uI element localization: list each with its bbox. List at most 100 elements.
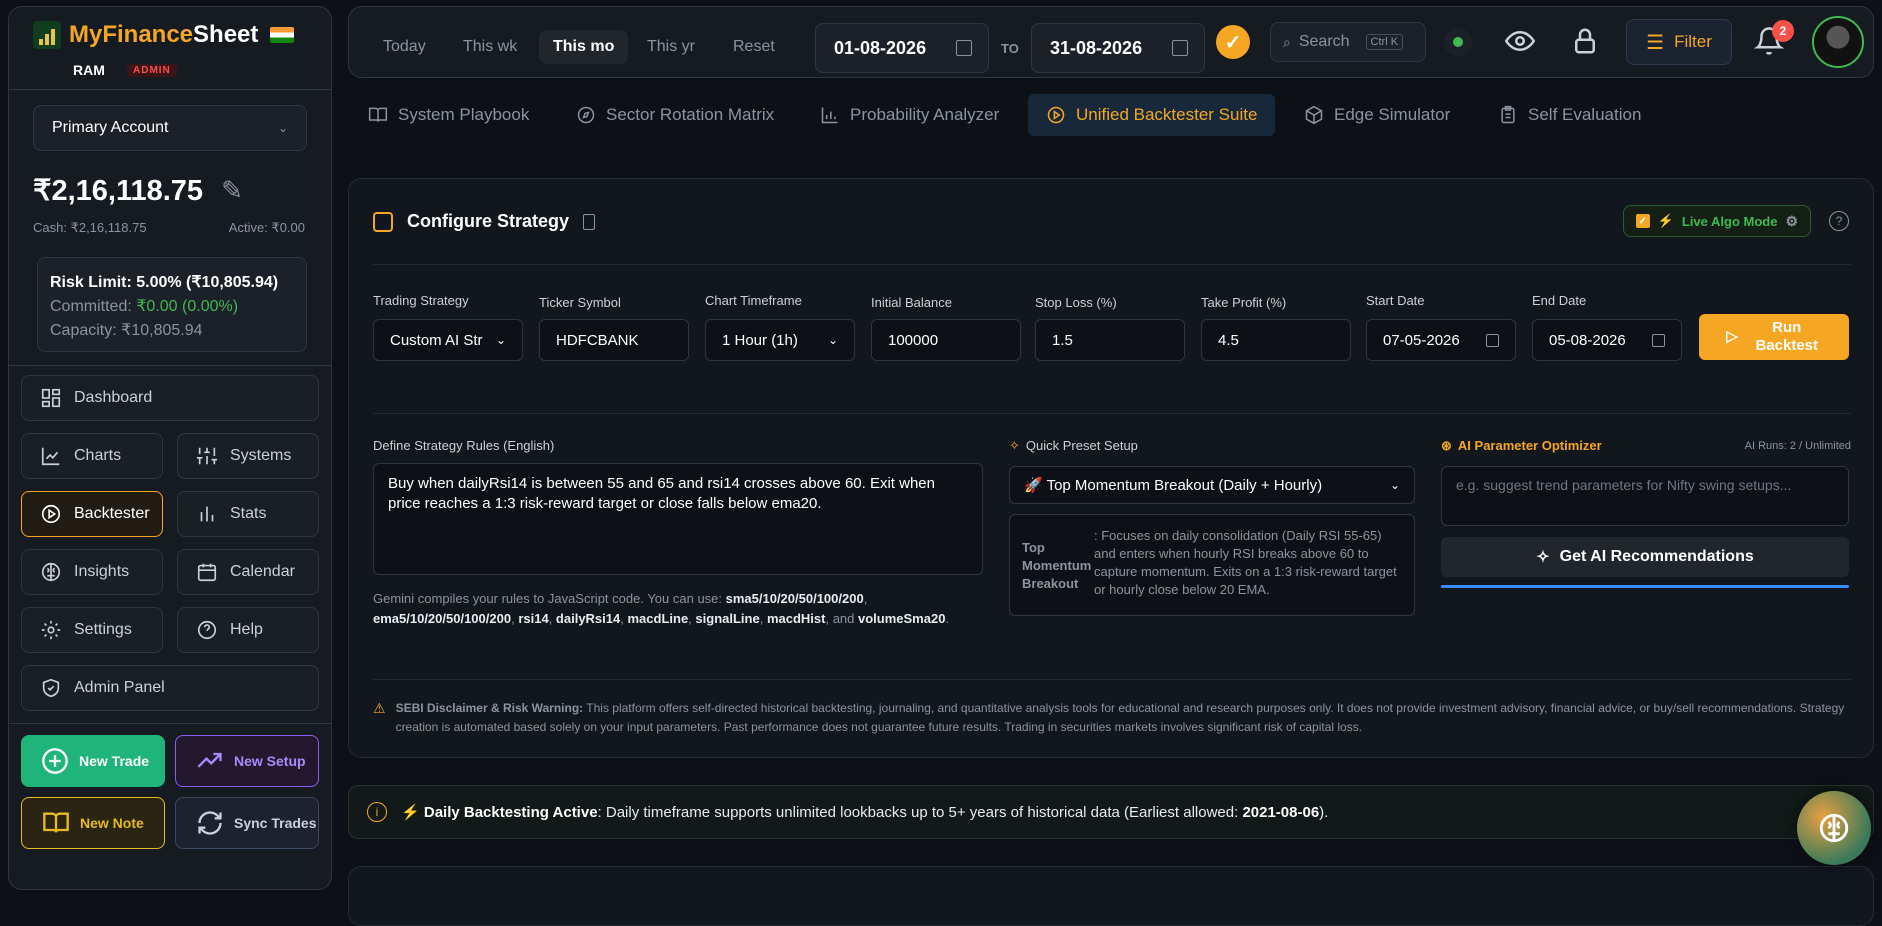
rules-label: Define Strategy Rules (English) xyxy=(373,438,555,453)
status-indicator xyxy=(1444,28,1472,56)
tab-probability-analyzer[interactable]: Probability Analyzer xyxy=(820,94,999,136)
balance-input[interactable]: 100000 xyxy=(871,319,1021,361)
live-algo-toggle[interactable]: ✓ ⚡ Live Algo Mode ⚙ xyxy=(1622,205,1811,237)
india-flag-icon xyxy=(270,27,295,43)
range-reset[interactable]: Reset xyxy=(733,38,775,56)
avatar[interactable] xyxy=(1812,16,1864,68)
bar-chart-icon xyxy=(200,506,214,522)
sliders-icon: ☰ xyxy=(1646,31,1665,54)
start-date-input[interactable]: 07-05-2026 xyxy=(1366,319,1516,361)
range-today[interactable]: Today xyxy=(383,38,426,56)
label-strategy: Trading Strategy xyxy=(373,293,469,308)
nav-systems[interactable]: Systems xyxy=(177,433,319,479)
strategy-card: Configure Strategy ✓ ⚡ Live Algo Mode ⚙ ? T… xyxy=(348,178,1874,758)
nav-admin-panel[interactable]: Admin Panel xyxy=(21,665,319,711)
tab-system-playbook[interactable]: System Playbook xyxy=(368,94,529,136)
shield-icon xyxy=(42,678,60,698)
edit-icon[interactable]: ✎ xyxy=(221,175,243,206)
ai-assistant-button[interactable] xyxy=(1797,791,1871,865)
risk-limit: Risk Limit: 5.00% (₹10,805.94) xyxy=(50,274,279,291)
sync-trades-button[interactable]: Sync Trades xyxy=(175,797,319,849)
date-to-input[interactable]: 31-08-2026 xyxy=(1031,23,1205,73)
end-date-input[interactable]: 05-08-2026 xyxy=(1532,319,1682,361)
logo-icon xyxy=(33,21,61,49)
chevron-down-icon: ⌄ xyxy=(495,333,506,347)
label-ticker: Ticker Symbol xyxy=(539,295,621,310)
lock-icon[interactable] xyxy=(1570,26,1600,61)
book-icon xyxy=(368,107,388,122)
tab-edge-simulator[interactable]: Edge Simulator xyxy=(1304,94,1450,136)
sparkle-icon: ✧ xyxy=(1536,549,1550,566)
timeframe-select[interactable]: 1 Hour (1h) ⌄ xyxy=(705,319,855,361)
label-timeframe: Chart Timeframe xyxy=(705,293,802,308)
stop-loss-input[interactable]: 1.5 xyxy=(1035,319,1185,361)
new-trade-button[interactable]: New Trade xyxy=(21,735,165,787)
strategy-rules-textarea[interactable]: Buy when dailyRsi14 is between 55 and 65… xyxy=(373,463,983,575)
sparkle-icon: ✧ xyxy=(1009,438,1020,453)
range-week[interactable]: This wk xyxy=(463,38,517,56)
run-backtest-button[interactable]: ▷ Run Backtest xyxy=(1699,314,1849,360)
chevron-down-icon: ⌄ xyxy=(827,333,838,347)
search-shortcut: Ctrl K xyxy=(1365,34,1404,50)
strategy-select[interactable]: Custom AI Str ⌄ xyxy=(373,319,523,361)
ai-prompt-input[interactable]: e.g. suggest trend parameters for Nifty … xyxy=(1441,466,1849,526)
nav-calendar[interactable]: Calendar xyxy=(177,549,319,595)
nav-help[interactable]: Help xyxy=(177,607,319,653)
label-balance: Initial Balance xyxy=(871,295,952,310)
label-take-profit: Take Profit (%) xyxy=(1201,295,1287,310)
line-chart-icon xyxy=(41,447,60,466)
take-profit-input[interactable]: 4.5 xyxy=(1201,319,1351,361)
calendar-icon xyxy=(1652,333,1665,347)
nav-settings[interactable]: Settings xyxy=(21,607,163,653)
risk-capacity: Capacity: ₹10,805.94 xyxy=(50,322,203,339)
filter-button[interactable]: ☰ Filter xyxy=(1626,19,1732,65)
nav-backtester[interactable]: Backtester xyxy=(21,491,163,537)
clipboard-icon[interactable] xyxy=(583,213,596,230)
nav-stats[interactable]: Stats xyxy=(177,491,319,537)
ai-recommend-button[interactable]: ✧ Get AI Recommendations xyxy=(1441,537,1849,577)
calendar-icon xyxy=(1172,40,1188,56)
gear-icon[interactable]: ⚙ xyxy=(1785,213,1798,230)
nav-insights[interactable]: Insights xyxy=(21,549,163,595)
new-note-button[interactable]: New Note xyxy=(21,797,165,849)
ai-progress-bar xyxy=(1441,585,1849,588)
tab-unified-backtester[interactable]: Unified Backtester Suite xyxy=(1028,94,1276,136)
calendar-icon xyxy=(197,563,217,582)
nav-dashboard[interactable]: Dashboard xyxy=(21,375,319,421)
info-icon: i xyxy=(367,802,387,822)
brand[interactable]: MyFinanceSheet xyxy=(33,21,295,49)
daily-backtest-banner: i ⚡ Daily Backtesting Active: Daily time… xyxy=(348,785,1874,839)
compass-icon xyxy=(577,106,595,124)
range-year[interactable]: This yr xyxy=(647,38,695,56)
tab-sector-rotation[interactable]: Sector Rotation Matrix xyxy=(576,94,774,136)
eye-icon[interactable] xyxy=(1504,26,1536,61)
bar-chart-icon xyxy=(821,107,838,124)
notification-badge: 2 xyxy=(1772,20,1794,42)
next-section-card xyxy=(348,866,1874,926)
sidebar: MyFinanceSheet RAM ADMIN Primary Account… xyxy=(8,6,332,890)
preset-label: ✧ Quick Preset Setup xyxy=(1009,438,1138,453)
help-icon[interactable]: ? xyxy=(1829,211,1849,231)
tab-self-evaluation[interactable]: Self Evaluation xyxy=(1498,94,1641,136)
ai-optimizer-label: ⊛ AI Parameter Optimizer xyxy=(1441,438,1602,453)
range-month[interactable]: This mo xyxy=(539,30,629,64)
cash-value: Cash: ₹2,16,118.75 xyxy=(33,220,147,235)
cpu-icon xyxy=(373,211,393,232)
trend-up-icon xyxy=(197,752,222,768)
apply-date-button[interactable]: ✓ xyxy=(1216,25,1250,59)
new-setup-button[interactable]: New Setup xyxy=(175,735,319,787)
nav-charts[interactable]: Charts xyxy=(21,433,163,479)
bolt-icon: ⚡ xyxy=(1657,213,1674,228)
ticker-input[interactable]: HDFCBANK xyxy=(539,319,689,361)
calendar-icon xyxy=(1486,333,1499,347)
role-badge: ADMIN xyxy=(127,64,177,77)
dashboard-icon xyxy=(41,388,61,408)
chevron-down-icon: ⌄ xyxy=(277,121,288,135)
account-select[interactable]: Primary Account ⌄ xyxy=(33,105,307,151)
search-button[interactable]: ⌕ Search Ctrl K xyxy=(1270,22,1426,62)
risk-committed: Committed: ₹0.00 (0.00%) xyxy=(50,298,239,315)
label-start-date: Start Date xyxy=(1366,293,1425,308)
date-from-input[interactable]: 01-08-2026 xyxy=(815,23,989,73)
refresh-icon xyxy=(198,811,222,835)
preset-select[interactable]: 🚀 Top Momentum Breakout (Daily + Hourly)… xyxy=(1009,466,1415,504)
